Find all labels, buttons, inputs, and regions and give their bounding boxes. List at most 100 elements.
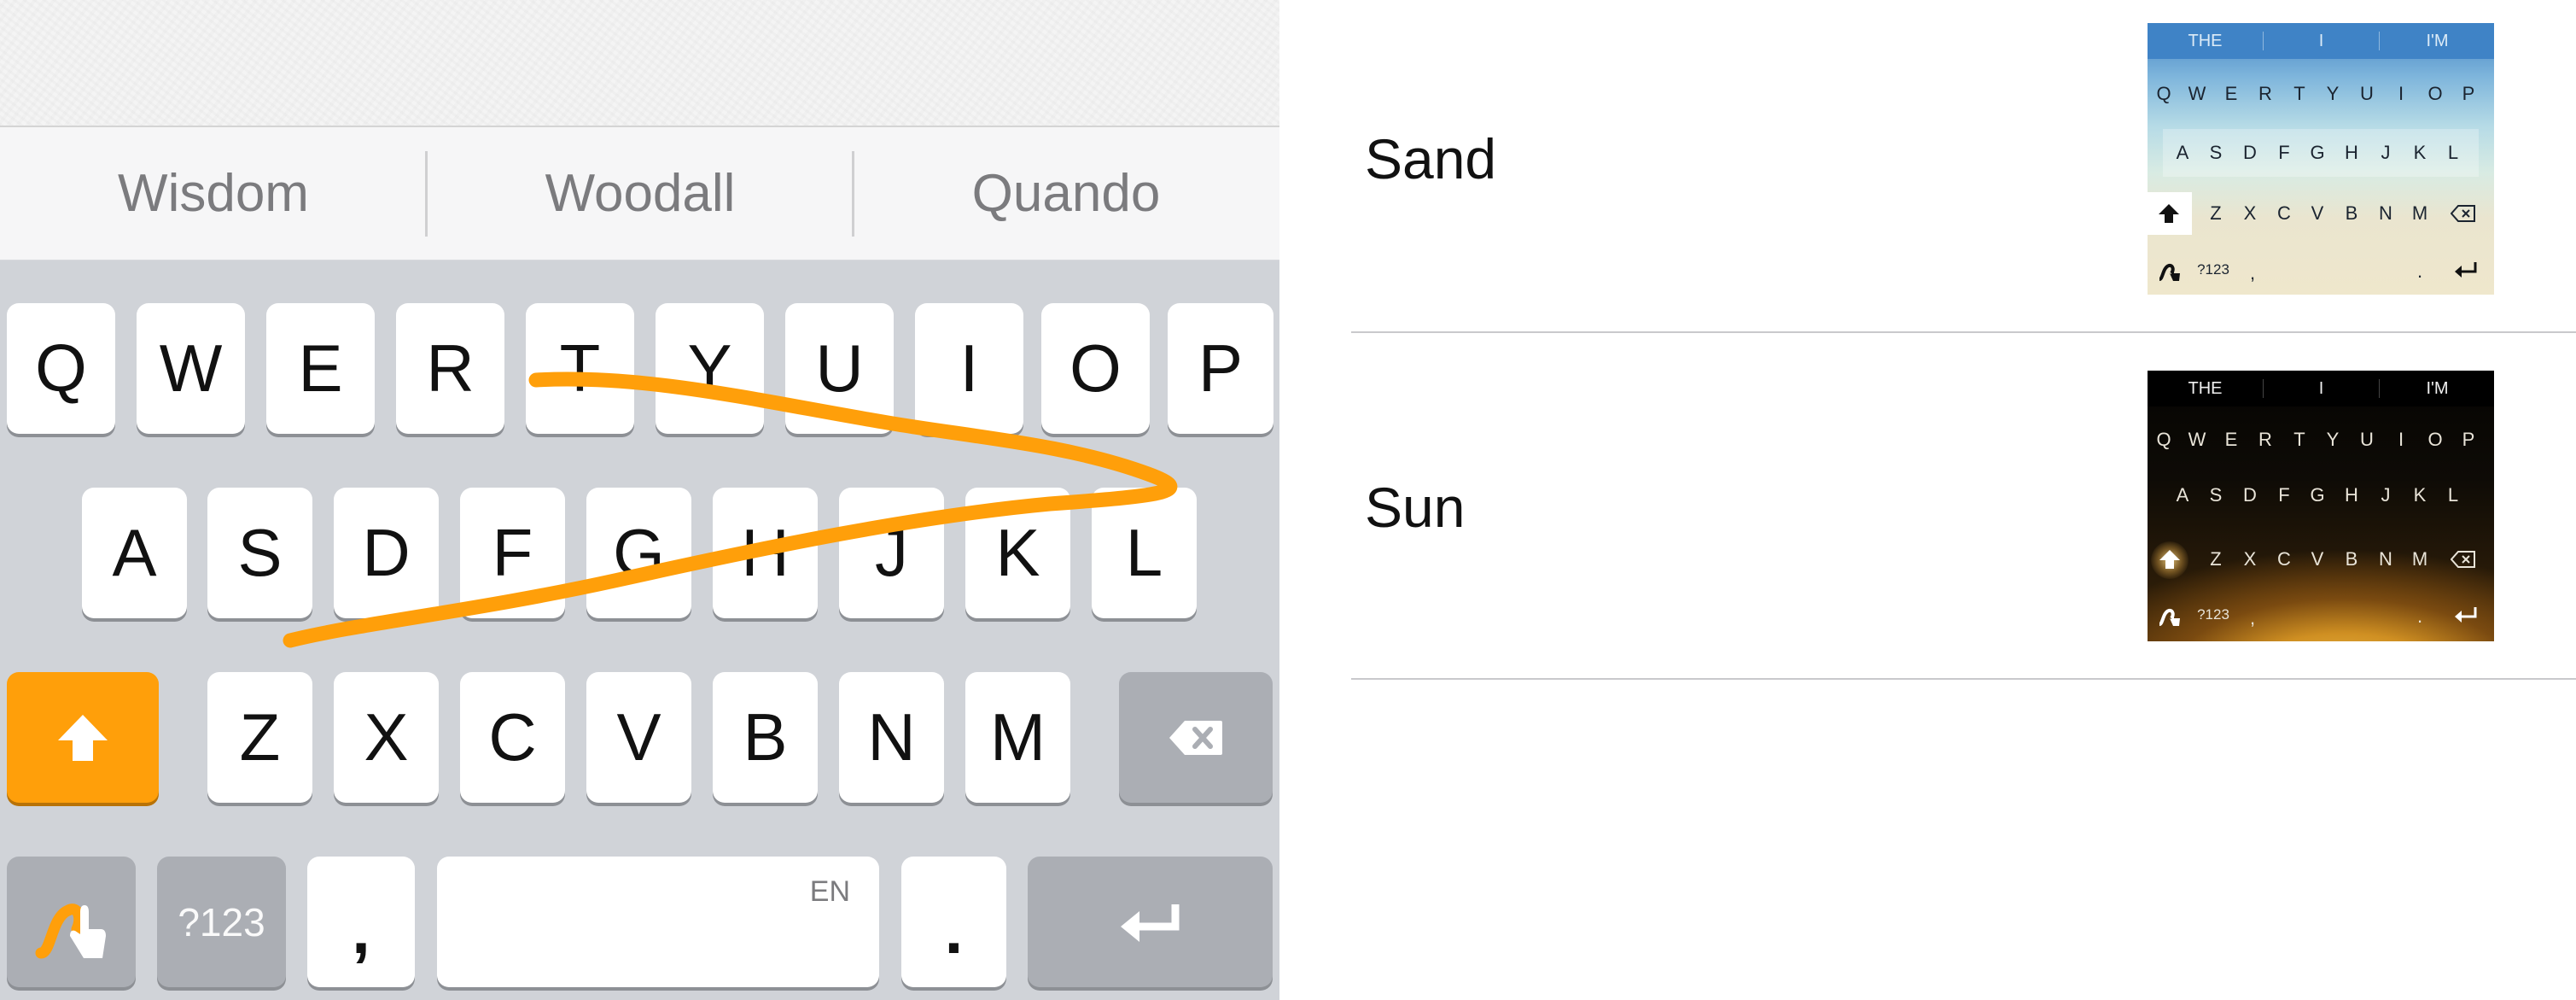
preview-key: W: [2188, 429, 2206, 450]
key-t[interactable]: T: [526, 303, 634, 434]
preview-key: H: [2345, 142, 2358, 163]
key-d[interactable]: D: [334, 488, 439, 618]
key-h[interactable]: H: [713, 488, 818, 618]
text-input-area[interactable]: [0, 0, 1279, 127]
period-key[interactable]: .: [901, 857, 1006, 987]
preview-key: J: [2381, 484, 2391, 506]
preview-suggestion: I: [2318, 31, 2324, 50]
backspace-icon: [1169, 720, 1222, 755]
theme-list: Sand THE I I'M Q W E R T Y U I O P A S D…: [1279, 0, 2576, 1000]
theme-preview-sand: THE I I'M Q W E R T Y U I O P A S D F G: [2148, 23, 2494, 295]
key-label: O: [1069, 330, 1122, 406]
space-key[interactable]: EN: [437, 857, 879, 987]
key-v[interactable]: V: [586, 672, 691, 803]
key-y[interactable]: Y: [656, 303, 764, 434]
key-x[interactable]: X: [334, 672, 439, 803]
key-label: F: [492, 515, 533, 590]
theme-preview-sun: THE I I'M Q W E R T Y U I O P A S D F G …: [2148, 371, 2494, 641]
key-m[interactable]: M: [965, 672, 1070, 803]
key-label: J: [875, 515, 908, 590]
key-c[interactable]: C: [460, 672, 565, 803]
preview-key: N: [2379, 548, 2392, 570]
key-label: R: [426, 330, 475, 406]
preview-comma-key: ,: [2249, 262, 2256, 284]
key-g[interactable]: G: [586, 488, 691, 618]
comma-key-label: ,: [352, 892, 370, 968]
key-i[interactable]: I: [915, 303, 1023, 434]
comma-key[interactable]: ,: [307, 857, 415, 987]
preview-key: Q: [2156, 83, 2171, 104]
preview-key: U: [2360, 429, 2374, 450]
key-n[interactable]: N: [839, 672, 944, 803]
key-r[interactable]: R: [396, 303, 504, 434]
key-label: T: [559, 330, 601, 406]
key-j[interactable]: J: [839, 488, 944, 618]
preview-key: M: [2411, 202, 2428, 224]
suggestion-1[interactable]: Wisdom: [0, 127, 427, 260]
preview-suggestion-bar: THE I I'M: [2148, 371, 2494, 406]
key-p[interactable]: P: [1168, 303, 1273, 434]
suggestion-3[interactable]: Quando: [853, 127, 1279, 260]
preview-key: C: [2277, 548, 2291, 570]
key-a[interactable]: A: [82, 488, 187, 618]
key-l[interactable]: L: [1092, 488, 1197, 618]
preview-key: D: [2243, 142, 2257, 163]
swype-key[interactable]: [7, 857, 136, 987]
suggestion-bar: Wisdom Woodall Quando: [0, 127, 1279, 260]
numbers-key[interactable]: ?123: [157, 857, 286, 987]
key-o[interactable]: O: [1041, 303, 1150, 434]
key-label: X: [364, 699, 409, 775]
preview-shift-icon: [2159, 204, 2179, 223]
preview-key: V: [2311, 548, 2324, 570]
key-u[interactable]: U: [785, 303, 894, 434]
preview-key: C: [2277, 202, 2291, 224]
preview-key: P: [2462, 83, 2475, 104]
key-label: L: [1125, 515, 1163, 590]
key-label: Q: [35, 330, 87, 406]
preview-key: W: [2188, 83, 2206, 104]
preview-key: R: [2258, 83, 2272, 104]
key-label: C: [488, 699, 537, 775]
preview-key: F: [2278, 142, 2290, 163]
preview-key: G: [2310, 142, 2325, 163]
key-label: Z: [239, 699, 281, 775]
key-w[interactable]: W: [137, 303, 245, 434]
preview-key: N: [2379, 202, 2392, 224]
preview-key: B: [2345, 202, 2358, 224]
preview-key: T: [2293, 429, 2305, 450]
preview-key: Z: [2210, 548, 2222, 570]
key-s[interactable]: S: [207, 488, 312, 618]
preview-key: I: [2398, 83, 2404, 104]
key-q[interactable]: Q: [7, 303, 115, 434]
key-z[interactable]: Z: [207, 672, 312, 803]
key-label: B: [743, 699, 788, 775]
preview-return-icon: [2455, 262, 2477, 278]
preview-key: G: [2310, 484, 2325, 506]
preview-key: E: [2224, 83, 2238, 104]
return-key[interactable]: [1028, 857, 1273, 987]
key-label: W: [159, 330, 223, 406]
backspace-key[interactable]: [1119, 672, 1273, 803]
preview-key: T: [2293, 83, 2305, 104]
preview-suggestion: I: [2318, 378, 2324, 398]
preview-key: H: [2345, 484, 2358, 506]
key-e[interactable]: E: [266, 303, 375, 434]
key-label: G: [613, 515, 665, 590]
preview-key: O: [2427, 429, 2443, 450]
shift-key[interactable]: [7, 672, 159, 803]
preview-backspace-icon: [2451, 551, 2475, 568]
keyboard-keys: Q W E R T Y U I O P A S D F G H J K L Z …: [0, 260, 1279, 1000]
preview-key: S: [2209, 484, 2223, 506]
key-b[interactable]: B: [713, 672, 818, 803]
preview-key: V: [2311, 202, 2324, 224]
key-f[interactable]: F: [460, 488, 565, 618]
preview-key: Z: [2210, 202, 2222, 224]
suggestion-2[interactable]: Woodall: [427, 127, 854, 260]
preview-suggestion: THE: [2188, 378, 2223, 398]
preview-key: Q: [2156, 429, 2171, 450]
preview-key: I: [2398, 429, 2404, 450]
preview-numbers-key: ?123: [2197, 606, 2229, 623]
key-k[interactable]: K: [965, 488, 1070, 618]
preview-comma-key: ,: [2249, 607, 2256, 629]
preview-key: K: [2413, 484, 2427, 506]
